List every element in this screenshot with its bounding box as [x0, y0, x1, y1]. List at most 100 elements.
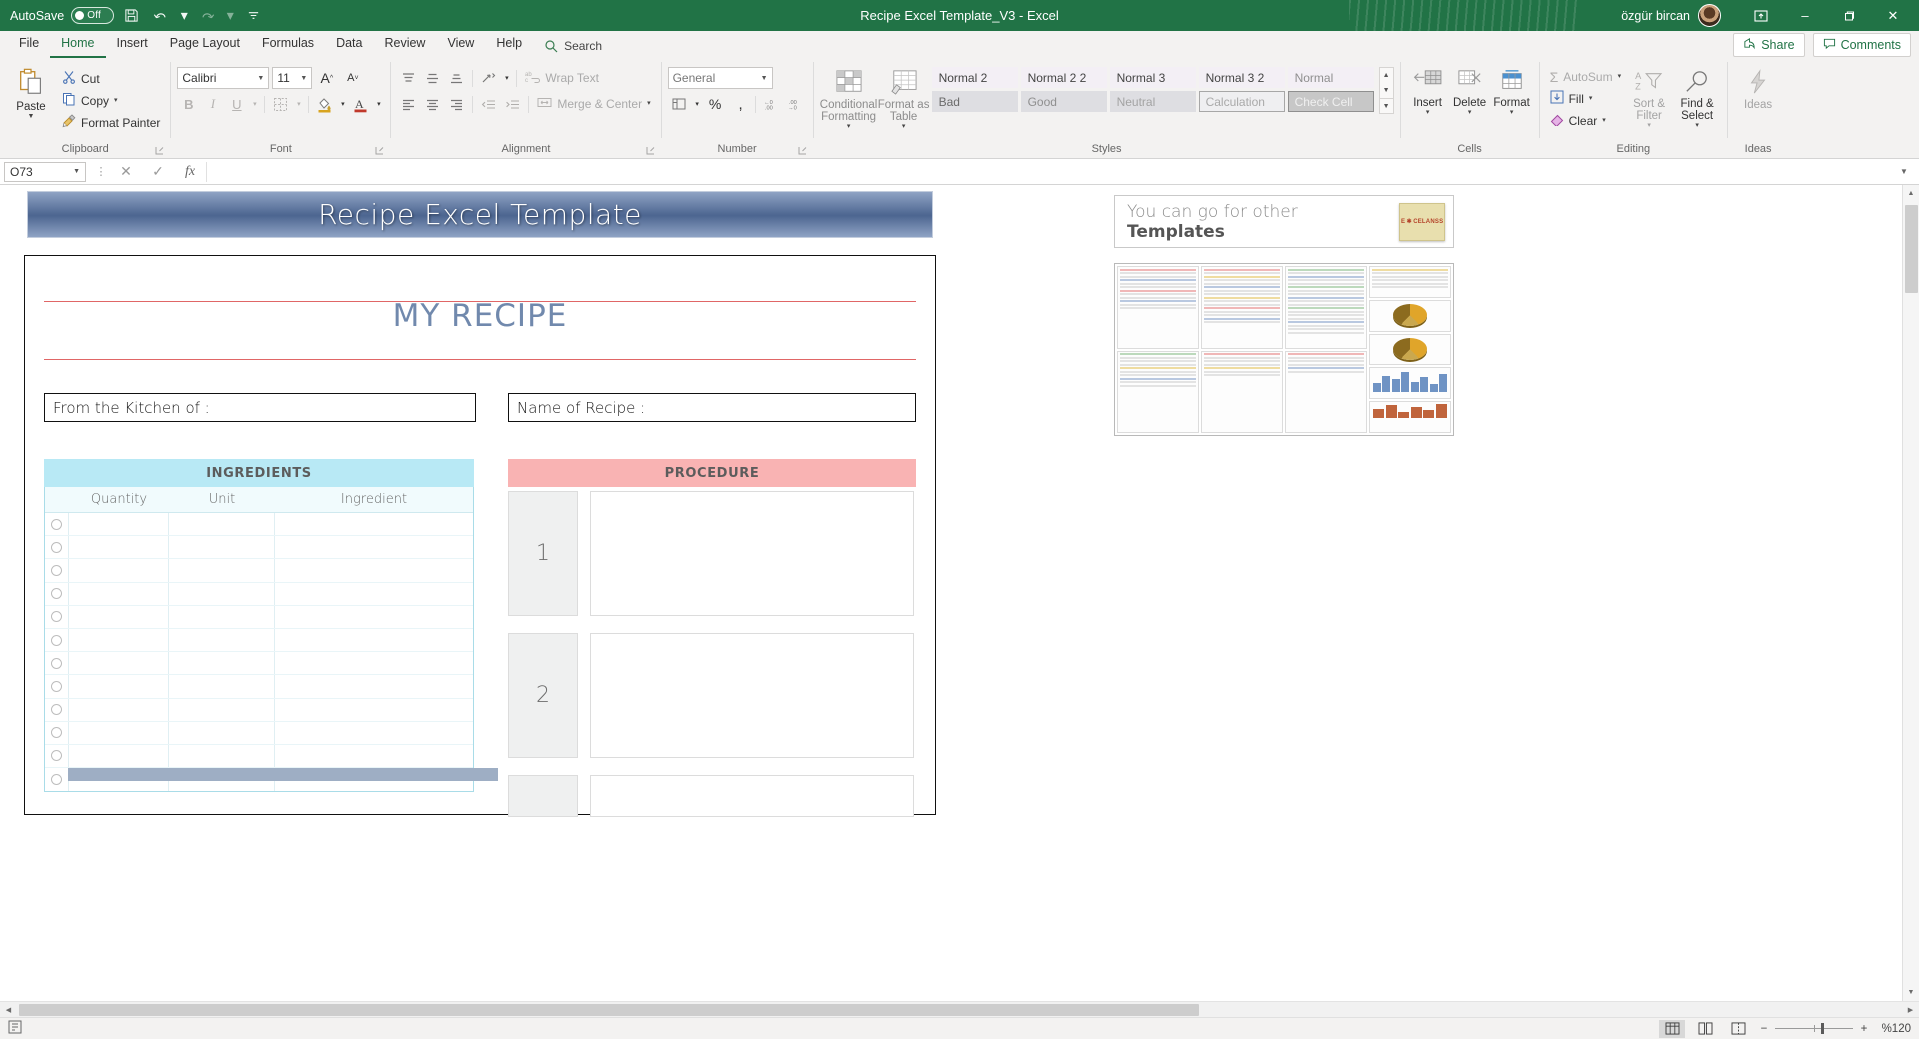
close-button[interactable]: ✕: [1871, 0, 1915, 31]
cell-unit[interactable]: [169, 628, 275, 652]
scroll-left-icon[interactable]: ◀: [0, 1002, 17, 1018]
procedure-step-text[interactable]: [590, 491, 914, 616]
horizontal-scroll-track[interactable]: [17, 1002, 1902, 1018]
number-dialog-launcher-icon[interactable]: [798, 144, 807, 155]
delete-cells-dropdown-icon[interactable]: ▾: [1468, 109, 1472, 116]
style-good[interactable]: Good: [1020, 91, 1107, 112]
find-select-button[interactable]: Find & Select ▾: [1673, 66, 1721, 129]
style-normal-2[interactable]: Normal 2: [931, 67, 1018, 88]
font-name-input[interactable]: Calibri ▼: [177, 67, 270, 89]
table-row[interactable]: [45, 559, 473, 583]
cell-ingredient[interactable]: [275, 652, 473, 674]
increase-font-size-icon[interactable]: A ^: [315, 67, 338, 89]
autosave-control[interactable]: AutoSave Off: [10, 7, 115, 24]
style-normal[interactable]: Normal: [1287, 67, 1374, 88]
tab-view[interactable]: View: [436, 31, 485, 58]
font-dialog-launcher-icon[interactable]: [375, 144, 384, 155]
scroll-up-icon[interactable]: ▲: [1903, 185, 1919, 202]
align-bottom-icon[interactable]: [445, 67, 468, 89]
tab-review[interactable]: Review: [373, 31, 436, 58]
name-box-dropdown-icon[interactable]: ▼: [70, 168, 80, 175]
style-bad[interactable]: Bad: [931, 91, 1018, 112]
tab-insert[interactable]: Insert: [106, 31, 159, 58]
template-thumbnail[interactable]: [1117, 350, 1199, 433]
ingredients-table[interactable]: Quantity Unit Ingredient: [44, 487, 474, 793]
table-row[interactable]: [45, 698, 473, 722]
enter-icon[interactable]: ✓: [142, 163, 174, 180]
zoom-slider[interactable]: − +: [1758, 1023, 1870, 1035]
table-row[interactable]: [45, 605, 473, 629]
save-icon[interactable]: [118, 4, 144, 28]
zoom-level[interactable]: %120: [1877, 1023, 1911, 1035]
template-thumbnail[interactable]: [1285, 266, 1367, 349]
cell-ingredient[interactable]: [275, 513, 473, 535]
clear-button[interactable]: Clear ▾: [1546, 110, 1626, 131]
format-cells-dropdown-icon[interactable]: ▾: [1510, 109, 1514, 116]
align-top-icon[interactable]: [397, 67, 420, 89]
template-thumbnails-panel[interactable]: [1114, 263, 1454, 436]
percent-style-button[interactable]: %: [704, 93, 727, 115]
cell-quantity[interactable]: [69, 698, 169, 721]
row-checkbox[interactable]: [45, 559, 69, 582]
name-box[interactable]: O73 ▼: [4, 161, 86, 182]
search-box[interactable]: Search: [533, 35, 613, 58]
table-row[interactable]: [45, 721, 473, 745]
template-thumbnail[interactable]: [1201, 266, 1283, 349]
paste-button[interactable]: Paste ▼: [6, 63, 56, 120]
style-check-cell[interactable]: Check Cell: [1287, 91, 1374, 112]
table-row[interactable]: [45, 628, 473, 653]
format-cells-button[interactable]: Format ▾: [1491, 65, 1533, 116]
format-as-table-button[interactable]: Format as Table ▾: [878, 65, 930, 130]
cell-unit[interactable]: [169, 721, 275, 744]
procedure-step[interactable]: 2: [508, 633, 914, 758]
cell-unit[interactable]: [169, 536, 275, 559]
row-checkbox[interactable]: [45, 652, 69, 675]
template-thumbnail-pie-chart[interactable]: [1369, 299, 1451, 332]
row-checkbox[interactable]: [45, 582, 69, 605]
clear-dropdown-icon[interactable]: ▾: [1602, 117, 1606, 124]
row-checkbox[interactable]: [45, 744, 69, 768]
cell-quantity[interactable]: [69, 513, 169, 536]
cell-ingredient[interactable]: [275, 606, 473, 628]
row-checkbox[interactable]: [45, 536, 69, 559]
cell-quantity[interactable]: [69, 675, 169, 698]
template-thumbnail[interactable]: [1117, 266, 1199, 349]
styles-more-icon[interactable]: ▼: [1379, 98, 1393, 113]
autosum-button[interactable]: Σ AutoSum ▾: [1546, 66, 1626, 87]
wrap-text-button[interactable]: ab c Wrap Text: [521, 68, 603, 89]
cell-unit[interactable]: [169, 652, 275, 675]
fill-button[interactable]: Fill ▾: [1546, 88, 1626, 109]
sort-filter-button[interactable]: A Z Sort & Filter ▾: [1625, 66, 1673, 129]
minimize-button[interactable]: –: [1783, 0, 1827, 31]
cell-ingredient[interactable]: [275, 583, 473, 605]
tab-page-layout[interactable]: Page Layout: [159, 31, 251, 58]
conditional-formatting-button[interactable]: Conditional Formatting ▾: [820, 65, 878, 130]
user-name[interactable]: özgür bircan: [1621, 9, 1690, 23]
zoom-in-button[interactable]: +: [1858, 1023, 1870, 1035]
table-row[interactable]: [45, 744, 473, 769]
align-center-icon[interactable]: [421, 93, 444, 115]
align-right-icon[interactable]: [445, 93, 468, 115]
row-checkbox[interactable]: [45, 605, 69, 628]
font-size-dropdown-icon[interactable]: ▼: [297, 75, 307, 82]
horizontal-scroll-thumb[interactable]: [19, 1003, 1199, 1016]
borders-dropdown-icon[interactable]: ▾: [293, 93, 304, 115]
decrease-font-size-icon[interactable]: A ˅: [341, 67, 364, 89]
font-name-dropdown-icon[interactable]: ▼: [254, 75, 264, 82]
underline-button[interactable]: U: [225, 93, 248, 115]
redo-dropdown-icon[interactable]: ▾: [224, 4, 236, 28]
orientation-icon[interactable]: [477, 67, 500, 89]
tab-file[interactable]: File: [8, 31, 50, 58]
tab-formulas[interactable]: Formulas: [251, 31, 325, 58]
cell-unit[interactable]: [169, 744, 275, 768]
style-normal-3[interactable]: Normal 3: [1109, 67, 1196, 88]
tab-home[interactable]: Home: [50, 31, 106, 58]
zoom-out-button[interactable]: −: [1758, 1023, 1770, 1035]
vertical-scroll-track[interactable]: [1903, 202, 1919, 984]
format-painter-button[interactable]: Format Painter: [58, 112, 164, 133]
row-checkbox[interactable]: [45, 513, 69, 536]
cancel-icon[interactable]: ✕: [110, 163, 142, 180]
style-calculation[interactable]: Calculation: [1198, 91, 1285, 112]
font-size-input[interactable]: 11 ▼: [272, 67, 313, 89]
align-middle-icon[interactable]: [421, 67, 444, 89]
